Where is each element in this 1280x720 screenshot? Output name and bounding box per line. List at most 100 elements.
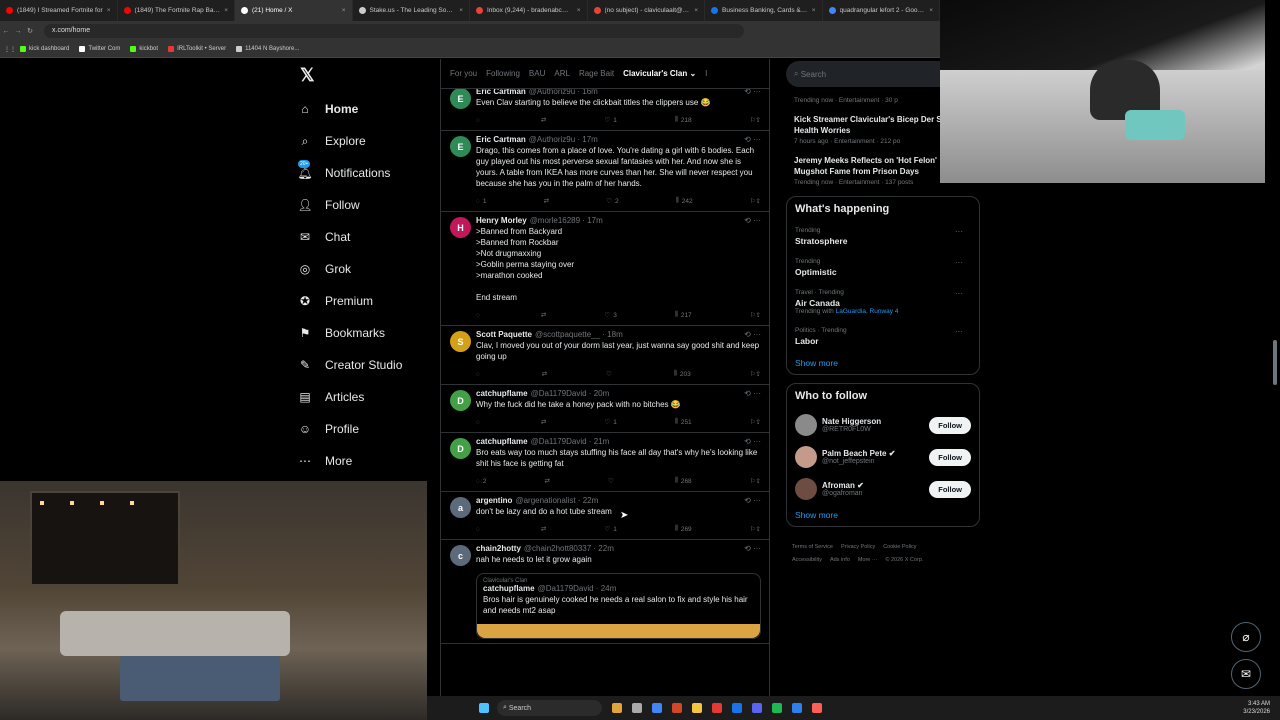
repost-button[interactable]: ⇄ bbox=[541, 525, 546, 533]
author-name[interactable]: Eric Cartman bbox=[476, 135, 526, 144]
repost-button[interactable]: ⇄ bbox=[541, 418, 546, 426]
post[interactable]: c chain2hotty @chain2hott80337 · 22m ⟲ ··· n… bbox=[441, 540, 769, 644]
author-name[interactable]: Scott Paquette bbox=[476, 330, 532, 339]
trend-item[interactable]: Trending Stratosphere ··· bbox=[795, 227, 971, 246]
bookmark-item[interactable]: IRLToolkit • Server bbox=[168, 46, 226, 52]
taskbar-app-icon[interactable] bbox=[672, 703, 682, 713]
author-name[interactable]: catchupflame bbox=[476, 389, 528, 398]
follow-button[interactable]: Follow bbox=[929, 416, 971, 434]
close-tab-icon[interactable]: × bbox=[342, 7, 346, 14]
more-options-icon[interactable]: ⟲ ··· bbox=[744, 135, 761, 144]
timeline-tab[interactable]: I bbox=[705, 69, 707, 78]
share-icon[interactable]: ⇪ bbox=[756, 418, 761, 426]
like-button[interactable]: ♡ 3 bbox=[604, 311, 616, 320]
avatar[interactable] bbox=[795, 446, 817, 468]
page-scrollbar[interactable] bbox=[1273, 340, 1277, 385]
x-logo[interactable]: 𝕏 bbox=[300, 65, 436, 93]
back-icon[interactable]: ← bbox=[0, 28, 12, 35]
like-button[interactable]: ♡ bbox=[606, 370, 615, 378]
browser-tab[interactable]: Stake.us - The Leading Social C × bbox=[353, 0, 470, 21]
share-icon[interactable]: ⇪ bbox=[756, 525, 761, 533]
trend-item[interactable]: Trending Optimistic ··· bbox=[795, 258, 971, 277]
browser-tab[interactable]: (1849) I Streamed Fortnite for × bbox=[0, 0, 118, 21]
nav-item-creator-studio[interactable]: ✎ Creator Studio bbox=[296, 349, 436, 381]
author-handle[interactable]: @Da1179David · 20m bbox=[531, 389, 610, 398]
share-icon[interactable]: ⇪ bbox=[756, 116, 761, 124]
avatar[interactable]: H bbox=[450, 217, 471, 238]
author-handle[interactable]: @argenationalist · 22m bbox=[515, 496, 598, 505]
post[interactable]: Dcatchupflame @Da1179David · 21m ⟲ ··· Bro … bbox=[441, 433, 769, 492]
show-more-link[interactable]: Show more bbox=[795, 510, 971, 520]
start-icon[interactable] bbox=[479, 703, 489, 713]
chrome-icon[interactable] bbox=[652, 703, 662, 713]
timeline-tab[interactable]: ARL bbox=[554, 69, 570, 78]
repost-button[interactable]: ⇄ bbox=[545, 477, 550, 485]
close-tab-icon[interactable]: × bbox=[577, 7, 581, 14]
more-options-icon[interactable]: ⟲ ··· bbox=[744, 544, 761, 553]
more-options-icon[interactable]: ··· bbox=[955, 227, 963, 236]
views-button[interactable]: ⫼ 203 bbox=[674, 370, 691, 378]
follow-button[interactable]: Follow bbox=[929, 480, 971, 498]
timeline-tab[interactable]: Rage Bait bbox=[579, 69, 614, 78]
taskbar-app-icon[interactable] bbox=[732, 703, 742, 713]
reply-button[interactable]: ◌ 1 bbox=[476, 198, 487, 205]
views-button[interactable]: ⫼ 269 bbox=[675, 525, 692, 533]
avatar[interactable]: S bbox=[450, 331, 471, 352]
reply-button[interactable]: ◌ 2 bbox=[476, 478, 487, 485]
share-icon[interactable]: ⇪ bbox=[756, 477, 761, 485]
share-icon[interactable]: ⇪ bbox=[756, 370, 761, 378]
like-button[interactable]: ♡ bbox=[608, 477, 617, 485]
like-button[interactable]: ♡ 2 bbox=[606, 197, 618, 206]
author-name[interactable]: chain2hotty bbox=[476, 544, 521, 553]
taskbar-clock[interactable]: 3:43 AM 3/23/2026 bbox=[1243, 700, 1270, 716]
close-tab-icon[interactable]: × bbox=[929, 7, 933, 14]
avatar[interactable] bbox=[795, 478, 817, 500]
timeline-tab[interactable]: Following bbox=[486, 69, 520, 78]
reply-button[interactable]: ◌ bbox=[476, 117, 483, 124]
author-name[interactable]: catchupflame bbox=[476, 437, 528, 446]
author-name[interactable]: Henry Morley bbox=[476, 216, 527, 225]
follow-suggestion[interactable]: Nate Higgerson @RETR0FL0W Follow bbox=[795, 414, 971, 436]
forward-icon[interactable]: → bbox=[12, 28, 24, 35]
nav-item-home[interactable]: ⌂ Home bbox=[296, 93, 436, 125]
avatar[interactable]: c bbox=[450, 545, 471, 566]
author-name[interactable]: argentino bbox=[476, 496, 512, 505]
close-tab-icon[interactable]: × bbox=[812, 7, 816, 14]
nav-item-bookmarks[interactable]: ⚑ Bookmarks bbox=[296, 317, 436, 349]
trend-item[interactable]: Travel · Trending Air Canada Trending with… bbox=[795, 289, 971, 315]
taskbar-app-icon[interactable] bbox=[712, 703, 722, 713]
nav-item-explore[interactable]: ⌕ Explore bbox=[296, 125, 436, 157]
more-options-icon[interactable]: ··· bbox=[955, 327, 963, 336]
more-options-icon[interactable]: ⟲ ··· bbox=[744, 216, 761, 225]
more-options-icon[interactable]: ··· bbox=[955, 258, 963, 267]
post[interactable]: E Eric Cartman @Authoriz9u · 17m ⟲ ··· Drago… bbox=[441, 131, 769, 212]
repost-button[interactable]: ⇄ bbox=[544, 197, 549, 205]
footer-link[interactable]: Cookie Policy bbox=[883, 544, 916, 550]
views-button[interactable]: ⫼ 217 bbox=[675, 311, 692, 319]
repost-button[interactable]: ⇄ bbox=[542, 370, 547, 378]
author-handle[interactable]: @morle16289 · 17m bbox=[530, 216, 603, 225]
more-options-icon[interactable]: ⟲ ··· bbox=[744, 437, 761, 446]
close-tab-icon[interactable]: × bbox=[459, 7, 463, 14]
more-options-icon[interactable]: ⟲ ··· bbox=[744, 496, 761, 505]
nav-item-chat[interactable]: ✉ Chat bbox=[296, 221, 436, 253]
browser-tab[interactable]: (no subject) - claviculaalt@gm × bbox=[588, 0, 705, 21]
author-name[interactable]: catchupflame bbox=[483, 584, 535, 593]
author-handle[interactable]: @scottpaquette__ · 18m bbox=[535, 330, 623, 339]
reply-button[interactable]: ◌ bbox=[476, 419, 483, 426]
reload-icon[interactable]: ↻ bbox=[24, 27, 36, 35]
close-tab-icon[interactable]: × bbox=[694, 7, 698, 14]
author-handle[interactable]: @Authoriz9u · 17m bbox=[529, 135, 598, 144]
views-button[interactable]: ⫼ 242 bbox=[676, 197, 693, 205]
post[interactable]: H Henry Morley @morle16289 · 17m ⟲ ··· >Bann… bbox=[441, 212, 769, 326]
share-icon[interactable]: ⇪ bbox=[756, 197, 761, 205]
avatar[interactable]: D bbox=[450, 438, 471, 459]
timeline-tab[interactable]: Clavicular's Clan ⌄ bbox=[623, 69, 696, 78]
author-handle[interactable]: @Da1179David · 24m bbox=[538, 584, 617, 593]
nav-item-follow[interactable]: 👤︎ Follow bbox=[296, 189, 436, 221]
like-button[interactable]: ♡ 1 bbox=[604, 116, 616, 125]
follow-button[interactable]: Follow bbox=[929, 448, 971, 466]
avatar[interactable] bbox=[795, 414, 817, 436]
post[interactable]: S Scott Paquette @scottpaquette__ · 18m ⟲ ·… bbox=[441, 326, 769, 385]
timeline-tab[interactable]: For you bbox=[450, 69, 477, 78]
